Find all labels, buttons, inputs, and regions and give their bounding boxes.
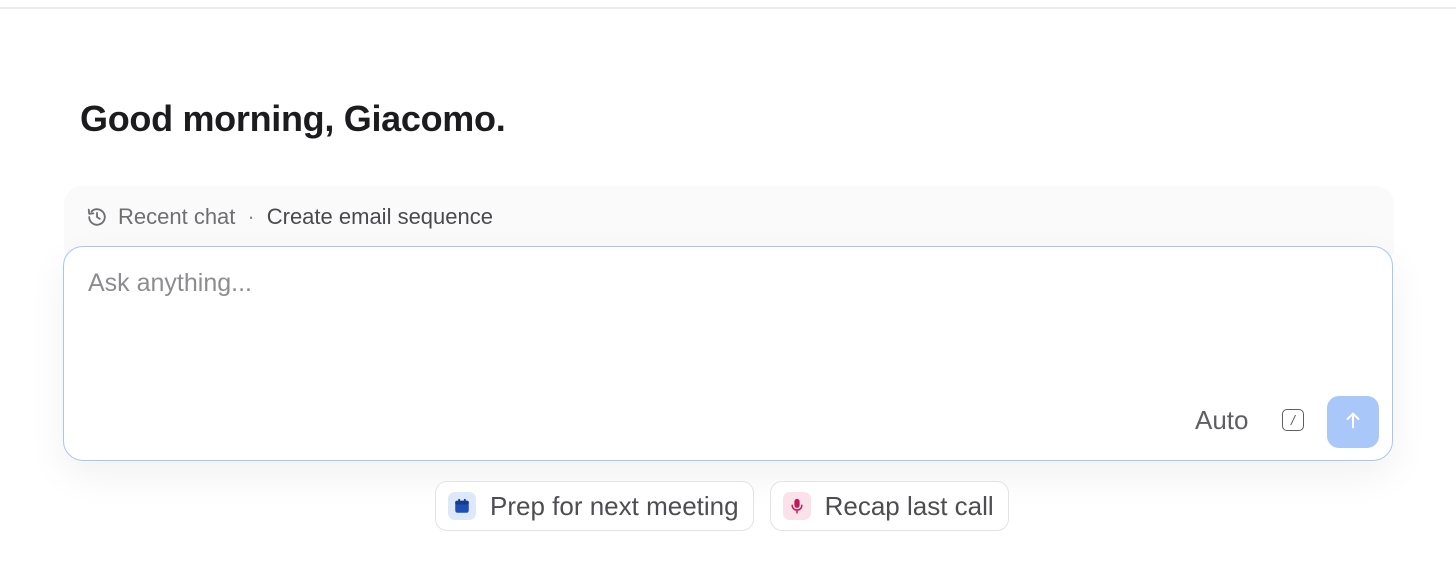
- greeting-heading: Good morning, Giacomo.: [80, 98, 506, 139]
- prompt-input[interactable]: [86, 267, 1290, 391]
- suggestion-chips: Prep for next meeting Recap last call: [435, 481, 1009, 531]
- history-icon: [86, 206, 108, 228]
- microphone-icon: [782, 492, 811, 520]
- arrow-up-icon: [1342, 409, 1364, 436]
- suggestion-label: Recap last call: [824, 490, 994, 521]
- chat-composer: Auto /: [63, 246, 1393, 461]
- top-divider: [0, 7, 1456, 9]
- recent-chat-title[interactable]: Create email sequence: [267, 204, 493, 230]
- separator-dot: ·: [247, 204, 255, 229]
- suggestion-prep-meeting[interactable]: Prep for next meeting: [435, 481, 754, 531]
- mode-selector[interactable]: Auto: [1195, 405, 1249, 436]
- send-button[interactable]: [1327, 396, 1379, 448]
- slash-icon: /: [1291, 412, 1295, 428]
- recent-chat-link[interactable]: Recent chat · Create email sequence: [86, 204, 493, 230]
- suggestion-recap-call[interactable]: Recap last call: [769, 481, 1009, 531]
- calendar-icon: [448, 492, 476, 520]
- recent-chat-label: Recent chat: [118, 204, 236, 229]
- slash-command-button[interactable]: /: [1282, 409, 1304, 431]
- suggestion-label: Prep for next meeting: [490, 490, 739, 521]
